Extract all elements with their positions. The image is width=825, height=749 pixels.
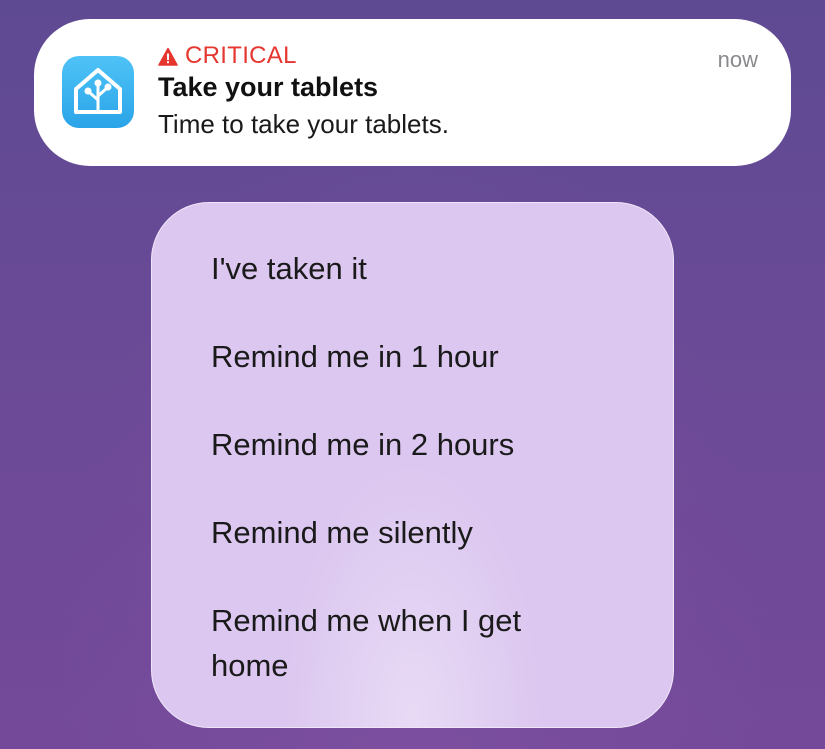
notification-actions-menu: I've taken it Remind me in 1 hour Remind… [151, 202, 674, 728]
action-remind-2-hours[interactable]: Remind me in 2 hours [211, 422, 631, 467]
notification-time: now [717, 47, 758, 72]
critical-badge: CRITICAL [158, 41, 297, 71]
notification-body: Time to take your tablets. [158, 109, 449, 139]
critical-label: CRITICAL [185, 42, 297, 69]
action-remind-1-hour[interactable]: Remind me in 1 hour [211, 334, 631, 379]
warning-triangle-icon [158, 46, 178, 66]
notification-banner[interactable]: CRITICAL Take your tablets Time to take … [34, 19, 791, 166]
action-remind-silently[interactable]: Remind me silently [211, 510, 631, 555]
action-remind-when-home[interactable]: Remind me when I get home [211, 598, 531, 688]
notification-title: Take your tablets [158, 72, 379, 102]
action-taken-it[interactable]: I've taken it [211, 246, 631, 291]
home-assistant-icon [62, 56, 134, 128]
